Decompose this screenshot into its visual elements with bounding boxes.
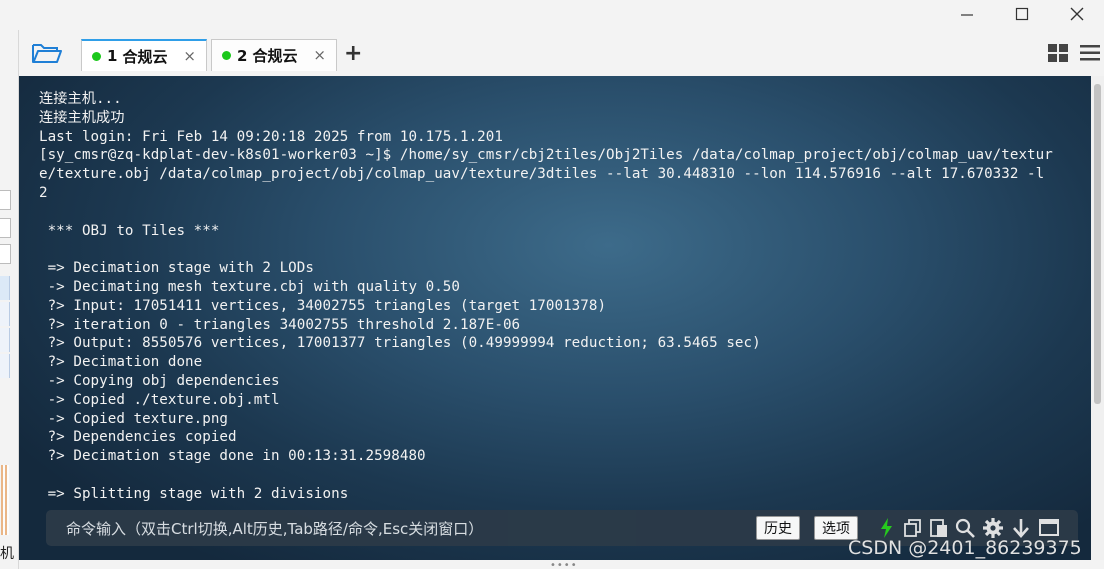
menu-button[interactable] [1080, 44, 1100, 62]
close-window-button[interactable] [1049, 0, 1104, 28]
tab-session-2[interactable]: 2 合规云 × [211, 39, 337, 71]
terminal-line: => Decimation stage with 2 LODs [39, 260, 314, 277]
grid-icon [1048, 44, 1068, 62]
connected-status-icon [92, 51, 101, 61]
side-panel-text: 机 [0, 546, 14, 562]
side-panel-row[interactable] [0, 328, 10, 352]
minimize-icon [960, 14, 973, 16]
download-icon[interactable] [1010, 517, 1032, 539]
tab-close-icon[interactable]: × [313, 46, 326, 64]
terminal-line: -> Copied ./texture.obj.mtl [39, 391, 280, 408]
terminal-line: ?> Decimation done [39, 354, 203, 371]
tab-label: 合规云 [122, 47, 168, 66]
terminal-line: ?> Dependencies copied [39, 429, 237, 446]
window-controls [939, 0, 1104, 30]
tab-bar: 1 合规云 × 2 合规云 × + [19, 33, 1104, 73]
terminal-scrollbar[interactable] [1091, 76, 1104, 560]
terminal-line: -> Decimating mesh texture.cbj with qual… [39, 278, 460, 295]
plus-icon: + [344, 41, 363, 66]
window-icon[interactable] [1038, 517, 1060, 539]
terminal-line: *** OBJ to Tiles *** [39, 222, 220, 239]
folder-open-icon [32, 44, 62, 63]
copy-icon[interactable] [902, 517, 924, 539]
terminal-line: ?> Output: 8550576 vertices, 17001377 tr… [39, 335, 761, 352]
tab-number: 1 [107, 47, 118, 65]
side-panel-row[interactable] [0, 354, 10, 378]
maximize-button[interactable] [994, 0, 1049, 28]
tab-session-1[interactable]: 1 合规云 × [81, 39, 207, 71]
terminal-line: ?> Input: 17051411 vertices, 34002755 tr… [39, 297, 607, 314]
side-panel-chart [1, 465, 9, 535]
close-icon [1070, 7, 1083, 21]
tab-close-icon[interactable]: × [183, 47, 196, 65]
side-panel-chip[interactable] [0, 244, 11, 264]
terminal-line: -> Copied texture.png [39, 410, 229, 427]
terminal-line: 2 [39, 184, 48, 201]
maximize-icon [1015, 7, 1028, 21]
terminal-line: ?> iteration 0 - triangles 34002755 thre… [39, 316, 521, 333]
terminal-line: 连接主机... [39, 91, 122, 107]
side-panel-row[interactable] [0, 302, 10, 326]
paste-icon[interactable] [928, 517, 950, 539]
app-window: 机 1 合规云 × 2 合规云 × + 连接主机... 连接主机成功 Last … [0, 0, 1104, 569]
command-input-placeholder[interactable]: 命令输入（双击Ctrl切换,Alt历史,Tab路径/命令,Esc关闭窗口） [66, 518, 483, 539]
connected-status-icon [222, 51, 231, 60]
layout-button[interactable] [1048, 44, 1068, 62]
terminal-line: ?> Decimation stage done in 00:13:31.259… [39, 448, 426, 465]
gear-icon[interactable] [982, 517, 1004, 539]
tab-number: 2 [237, 46, 248, 65]
terminal-line: => Splitting stage with 2 divisions [39, 485, 349, 502]
terminal-output[interactable]: 连接主机... 连接主机成功 Last login: Fri Feb 14 09:2… [19, 76, 1091, 560]
add-tab-button[interactable]: + [344, 41, 362, 66]
terminal-text: 连接主机... 连接主机成功 Last login: Fri Feb 14 09:2… [39, 90, 1081, 504]
terminal-line: [sy_cmsr@zq-kdplat-dev-k8s01-worker03 ~]… [39, 147, 1053, 164]
side-panel-chip[interactable] [0, 218, 11, 238]
lightning-icon[interactable] [876, 517, 898, 539]
scrollbar-thumb[interactable] [1094, 84, 1101, 404]
terminal-line: -> Copying obj dependencies [39, 372, 280, 389]
search-icon[interactable] [954, 517, 976, 539]
hamburger-menu-icon [1080, 45, 1100, 61]
terminal-line: 连接主机成功 [39, 109, 125, 126]
terminal-line: Last login: Fri Feb 14 09:20:18 2025 fro… [39, 128, 503, 145]
watermark-text: CSDN @2401_86239375 [848, 537, 1082, 559]
side-panel-chip[interactable] [0, 190, 11, 210]
side-panel-row[interactable] [0, 276, 10, 300]
terminal-line: e/texture.obj /data/colmap_project/obj/c… [39, 166, 1045, 183]
resize-handle-icon[interactable]: •••• [550, 560, 578, 569]
tab-label: 合规云 [252, 47, 298, 65]
open-folder-button[interactable] [31, 41, 65, 67]
minimize-button[interactable] [939, 0, 994, 28]
history-button[interactable]: 历史 [756, 516, 800, 540]
left-side-panel: 机 [0, 30, 19, 569]
